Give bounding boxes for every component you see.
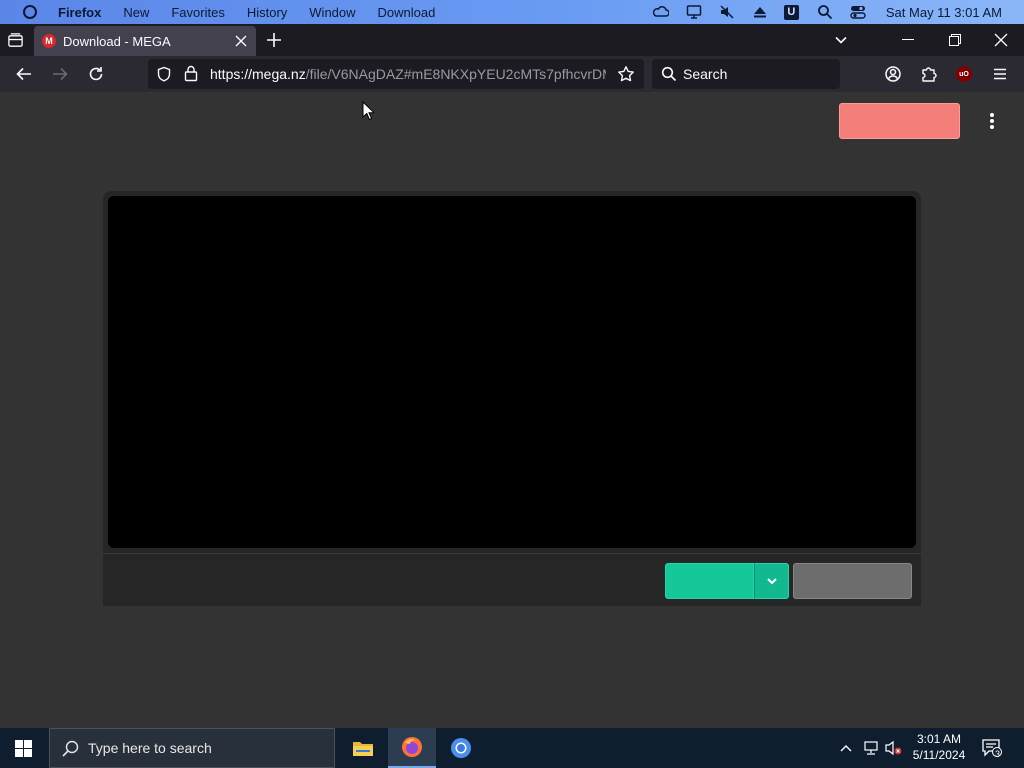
control-center-icon[interactable] bbox=[849, 4, 867, 20]
reload-icon[interactable] bbox=[87, 65, 105, 83]
new-tab-icon[interactable] bbox=[266, 32, 282, 48]
mouse-cursor-icon bbox=[362, 101, 374, 121]
tab-strip: M Download - MEGA bbox=[0, 24, 1024, 56]
chevron-down-icon bbox=[766, 578, 777, 585]
firefox-taskbar-button[interactable] bbox=[388, 728, 436, 768]
taskbar-clock[interactable]: 3:01 AM 5/11/2024 bbox=[905, 731, 973, 763]
url-bar[interactable]: https://mega.nz/file/V6NAgDAZ#mE8NKXpYEU… bbox=[148, 59, 644, 89]
menu-app-name[interactable]: Firefox bbox=[58, 5, 101, 20]
close-tab-icon[interactable] bbox=[234, 34, 248, 48]
taskbar-search-placeholder: Type here to search bbox=[88, 740, 212, 756]
tab-mega-download[interactable]: M Download - MEGA bbox=[34, 26, 256, 56]
url-text[interactable]: https://mega.nz/file/V6NAgDAZ#mE8NKXpYEU… bbox=[210, 66, 606, 82]
mega-download-page bbox=[0, 92, 1024, 728]
restore-window-icon[interactable] bbox=[949, 34, 961, 46]
bookmark-star-icon[interactable] bbox=[617, 65, 635, 83]
menu-item-new[interactable]: New bbox=[123, 5, 149, 20]
tab-title: Download - MEGA bbox=[63, 33, 171, 49]
eject-icon[interactable] bbox=[751, 4, 769, 20]
windows-taskbar: Type here to search 3:01 AM 5/11/2024 3 bbox=[0, 728, 1024, 768]
menu-item-history[interactable]: History bbox=[247, 5, 287, 20]
windows-start-icon[interactable] bbox=[15, 740, 32, 757]
notification-count-badge: 3 bbox=[995, 749, 1001, 759]
chevron-up-icon[interactable] bbox=[839, 742, 853, 754]
shield-icon[interactable] bbox=[156, 66, 172, 82]
account-icon[interactable] bbox=[884, 65, 902, 83]
volume-muted-icon[interactable] bbox=[885, 740, 903, 756]
menu-bar: Firefox New Favorites History Window Dow… bbox=[0, 0, 1024, 24]
firefox-icon bbox=[402, 737, 422, 757]
menu-item-window[interactable]: Window bbox=[309, 5, 355, 20]
firefox-view-icon[interactable] bbox=[7, 32, 24, 49]
search-placeholder: Search bbox=[683, 66, 728, 82]
u-icon[interactable]: U bbox=[783, 4, 799, 20]
back-arrow-icon[interactable] bbox=[15, 65, 33, 83]
mute-icon[interactable] bbox=[718, 4, 736, 20]
file-preview-card bbox=[103, 191, 921, 606]
ublock-origin-icon[interactable]: uO bbox=[956, 66, 972, 82]
close-window-icon[interactable] bbox=[994, 33, 1008, 47]
file-preview-area bbox=[108, 196, 916, 548]
more-options-icon[interactable] bbox=[987, 113, 997, 131]
menubar-clock[interactable]: Sat May 11 3:01 AM bbox=[886, 5, 1002, 20]
taskbar-time: 3:01 AM bbox=[916, 732, 962, 746]
cloud-icon[interactable] bbox=[652, 4, 670, 20]
folder-icon bbox=[353, 742, 373, 756]
file-explorer-taskbar-button[interactable] bbox=[339, 728, 387, 768]
import-button[interactable] bbox=[793, 563, 912, 599]
menu-item-favorites[interactable]: Favorites bbox=[171, 5, 224, 20]
search-input[interactable]: Search bbox=[652, 59, 840, 89]
download-options-button[interactable] bbox=[754, 563, 789, 599]
download-button[interactable] bbox=[665, 563, 754, 599]
display-icon[interactable] bbox=[685, 4, 703, 20]
network-icon[interactable] bbox=[862, 740, 880, 756]
search-icon[interactable] bbox=[816, 4, 834, 20]
forward-arrow-icon bbox=[53, 67, 68, 81]
chromium-icon bbox=[451, 738, 471, 758]
navigation-toolbar: https://mega.nz/file/V6NAgDAZ#mE8NKXpYEU… bbox=[0, 56, 1024, 92]
extensions-puzzle-icon[interactable] bbox=[920, 65, 938, 83]
url-domain: https://mega.nz bbox=[210, 66, 306, 82]
taskbar-date: 5/11/2024 bbox=[912, 748, 966, 762]
search-icon bbox=[661, 66, 677, 82]
hamburger-menu-icon[interactable] bbox=[991, 65, 1009, 83]
chrome-taskbar-button[interactable] bbox=[437, 728, 485, 768]
search-icon bbox=[62, 740, 79, 757]
mega-favicon-icon: M bbox=[42, 34, 56, 48]
file-actions-bar bbox=[103, 553, 921, 606]
url-path: /file/V6NAgDAZ#mE8NKXpYEU2cMTs7pfhcvrDM bbox=[305, 66, 606, 82]
menu-item-download[interactable]: Download bbox=[378, 5, 436, 20]
taskbar-search-input[interactable]: Type here to search bbox=[49, 728, 335, 768]
minimize-window-icon[interactable] bbox=[902, 39, 914, 40]
header-action-button[interactable] bbox=[839, 103, 960, 139]
apple-logo-icon[interactable] bbox=[23, 5, 37, 19]
chevron-down-icon[interactable] bbox=[834, 33, 848, 47]
lock-icon[interactable] bbox=[184, 65, 198, 82]
